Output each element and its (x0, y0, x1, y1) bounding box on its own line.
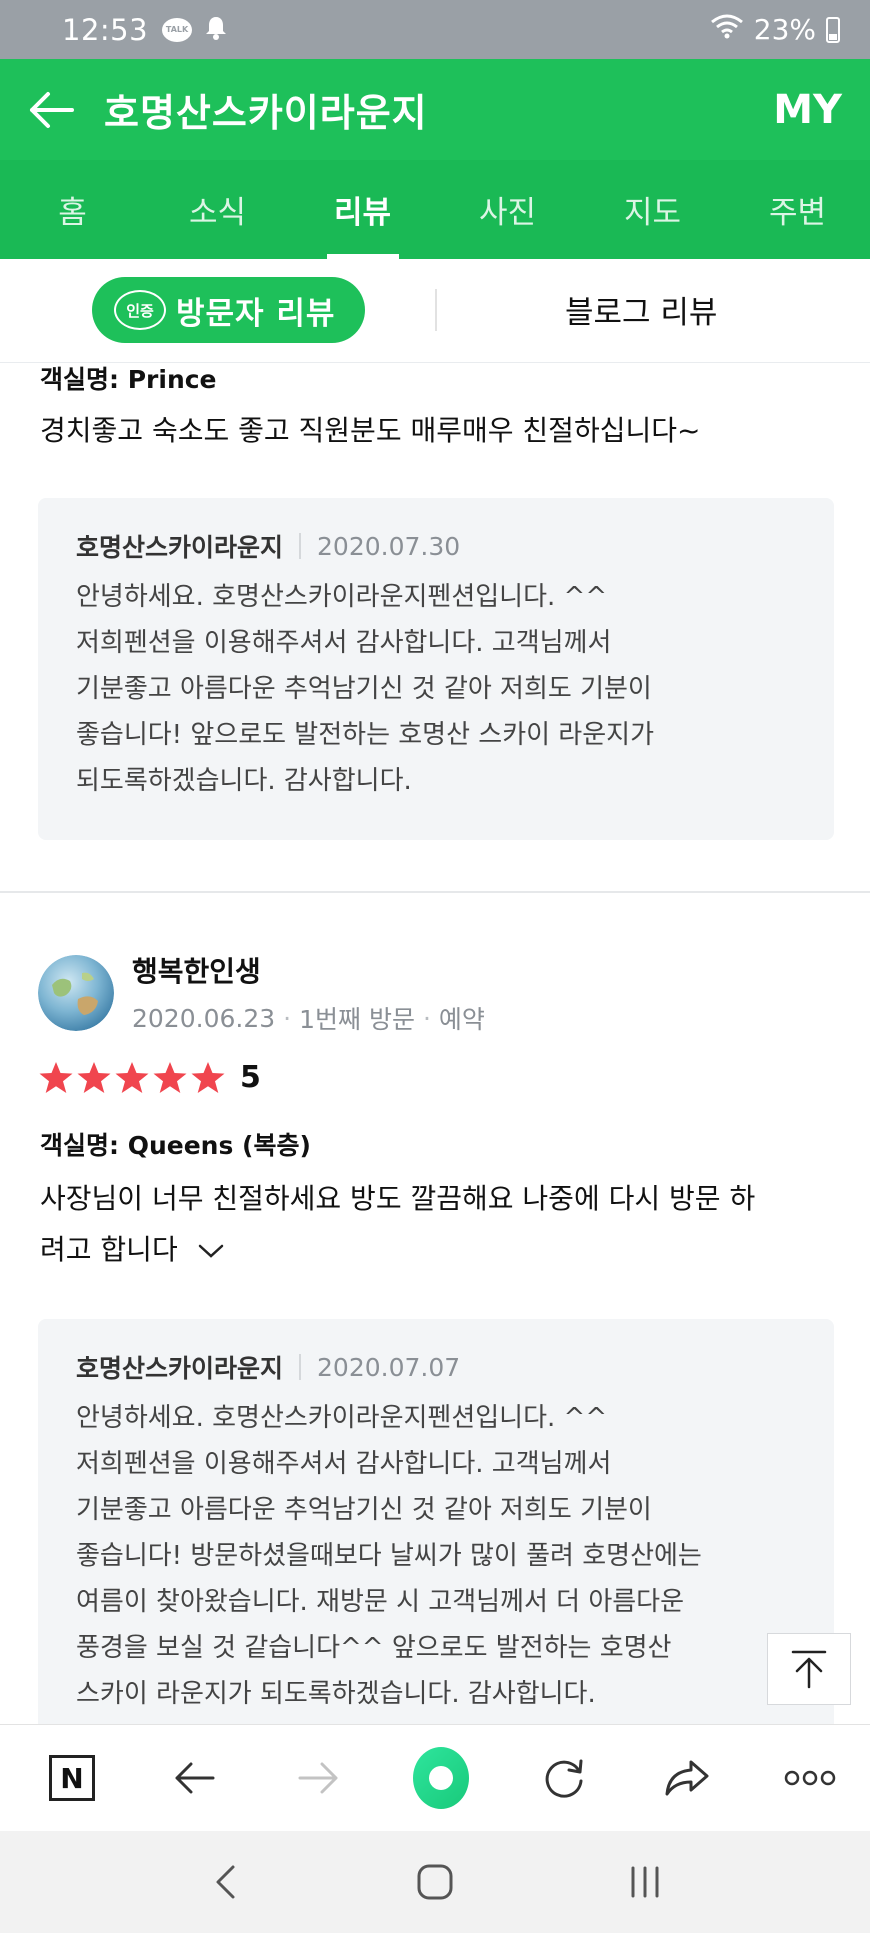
visitor-review-label: 방문자 리뷰 (176, 295, 336, 332)
scroll-to-top-button[interactable] (767, 1633, 851, 1705)
reply-header: 호명산스카이라운지 2020.07.30 (76, 528, 796, 564)
share-icon[interactable] (659, 1750, 715, 1806)
battery-percent: 23% (753, 13, 816, 46)
green-dot-center (429, 1766, 453, 1790)
review-separator (0, 891, 870, 893)
review-text: 경치좋고 숙소도 좋고 직원분도 매루매우 친절하십니다~ (40, 414, 701, 447)
review-meta: 2020.06.23 · 1번째 방문 · 예약 (132, 1000, 485, 1036)
back-icon[interactable] (167, 1750, 223, 1806)
tab-photo[interactable]: 사진 (435, 160, 580, 259)
star-rating: 5 (38, 1060, 261, 1095)
battery-icon (826, 16, 840, 43)
browser-toolbar: N (0, 1724, 870, 1831)
room-label: 객실명: (40, 1131, 119, 1160)
room-name: 객실명: Queens (복층) (40, 1126, 311, 1162)
page-title: 호명산스카이라운지 (104, 91, 428, 135)
divider (299, 1354, 302, 1380)
review-text-line: 사장님이 너무 친절하세요 방도 깔끔해요 나중에 다시 방문 하 (40, 1182, 756, 1215)
tab-map[interactable]: 지도 (580, 160, 725, 259)
reply-date: 2020.07.30 (317, 531, 461, 561)
status-right: 23% (710, 13, 840, 46)
kakaotalk-icon: TALK (162, 17, 193, 42)
green-dot-ring (413, 1747, 469, 1809)
reply-date: 2020.07.07 (317, 1352, 461, 1382)
divider (435, 289, 437, 331)
forward-icon[interactable] (290, 1750, 346, 1806)
tab-bar: 홈 소식 리뷰 사진 지도 주변 (0, 160, 870, 259)
rating-value: 5 (240, 1060, 261, 1095)
reviewer-name: 행복한인생 (132, 955, 261, 988)
my-button[interactable]: MY (773, 87, 842, 133)
tab-nearby[interactable]: 주변 (725, 160, 870, 259)
dot-separator: · (422, 1003, 431, 1033)
system-home-icon[interactable] (405, 1857, 465, 1907)
star-icon (77, 1061, 111, 1093)
app-header: 호명산스카이라운지 MY (0, 59, 870, 160)
reviewer-profile[interactable]: 행복한인생 2020.06.23 · 1번째 방문 · 예약 (38, 950, 485, 1036)
system-navigation-bar (0, 1831, 870, 1933)
star-icon (153, 1061, 187, 1093)
refresh-icon[interactable] (536, 1750, 592, 1806)
page: 12:53 TALK 23% 호명산스카이라운지 MY 홈 소식 리뷰 사진 지… (0, 0, 870, 1933)
booking-label: 예약 (438, 1005, 485, 1034)
more-options-icon[interactable] (782, 1750, 838, 1806)
dot-separator: · (283, 1003, 292, 1033)
status-time: 12:53 (62, 12, 149, 47)
status-notification-icons: TALK (162, 15, 228, 45)
status-bar: 12:53 TALK 23% (0, 0, 870, 59)
chevron-down-icon[interactable] (197, 1226, 225, 1277)
star-icon (191, 1061, 225, 1093)
arrow-up-icon (791, 1650, 827, 1689)
room-value: Queens (복층) (127, 1131, 311, 1160)
bell-icon (204, 15, 228, 45)
owner-reply: 호명산스카이라운지 2020.07.30 안녕하세요. 호명산스카이라운지펜션입… (38, 498, 834, 840)
reply-author: 호명산스카이라운지 (76, 533, 284, 562)
visit-count: 1번째 방문 (299, 1005, 415, 1034)
stars (38, 1061, 228, 1095)
review-text-line: 려고 합니다 (40, 1233, 178, 1266)
reply-author: 호명산스카이라운지 (76, 1354, 284, 1383)
star-icon (39, 1061, 73, 1093)
reply-body: 안녕하세요. 호명산스카이라운지펜션입니다. ^^ 저희펜션을 이용해주셔서 감… (76, 1403, 702, 1709)
room-label: 객실명: (40, 365, 119, 394)
reviewer-info: 행복한인생 2020.06.23 · 1번째 방문 · 예약 (132, 950, 485, 1036)
visitor-review-button[interactable]: 인증 방문자 리뷰 (92, 277, 365, 343)
avatar[interactable] (38, 955, 114, 1031)
review-text-line-2: 려고 합니다 (40, 1224, 830, 1277)
naver-home-button[interactable]: N (44, 1750, 100, 1806)
certified-badge-icon: 인증 (114, 290, 166, 330)
tab-home[interactable]: 홈 (0, 160, 145, 259)
tab-review[interactable]: 리뷰 (290, 160, 435, 259)
green-dot-icon[interactable] (413, 1747, 469, 1809)
system-recents-icon[interactable] (615, 1857, 675, 1907)
room-name: 객실명: Prince (40, 360, 217, 396)
wifi-icon (710, 13, 744, 46)
divider (299, 533, 302, 559)
system-back-icon[interactable] (195, 1857, 255, 1907)
blog-review-button[interactable]: 블로그 리뷰 (565, 287, 717, 332)
reply-body: 안녕하세요. 호명산스카이라운지펜션입니다. ^^ 저희펜션을 이용해주셔서 감… (76, 582, 654, 796)
review-date: 2020.06.23 (132, 1003, 276, 1033)
tab-news[interactable]: 소식 (145, 160, 290, 259)
owner-reply: 호명산스카이라운지 2020.07.07 안녕하세요. 호명산스카이라운지펜션입… (38, 1319, 834, 1739)
naver-logo-icon: N (49, 1755, 95, 1801)
review-text: 사장님이 너무 친절하세요 방도 깔끔해요 나중에 다시 방문 하 려고 합니다 (40, 1173, 830, 1277)
room-value: Prince (127, 365, 217, 394)
star-icon (115, 1061, 149, 1093)
back-arrow-icon[interactable] (28, 90, 74, 130)
review-type-switch: 인증 방문자 리뷰 블로그 리뷰 (0, 259, 870, 363)
reply-header: 호명산스카이라운지 2020.07.07 (76, 1349, 796, 1385)
